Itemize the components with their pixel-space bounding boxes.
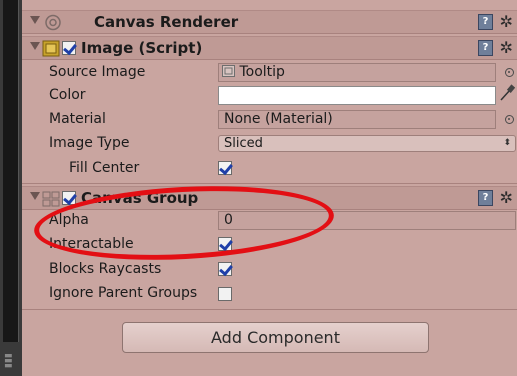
- canvas-group-header[interactable]: Canvas Group ? ✲: [22, 186, 517, 210]
- source-image-label: Source Image: [49, 64, 146, 80]
- image-script-enabled-checkbox[interactable]: [62, 41, 76, 55]
- material-label: Material: [49, 111, 106, 127]
- source-image-field[interactable]: Tooltip: [218, 63, 496, 82]
- object-picker-icon[interactable]: [505, 115, 514, 124]
- alpha-field[interactable]: 0: [218, 211, 516, 230]
- fill-center-label: Fill Center: [69, 160, 140, 176]
- alpha-value: 0: [224, 212, 233, 228]
- color-field[interactable]: [218, 86, 496, 105]
- image-component-icon: [42, 40, 60, 57]
- canvas-renderer-icon: [45, 14, 61, 31]
- image-type-label: Image Type: [49, 135, 130, 151]
- sprite-icon: [222, 65, 235, 77]
- canvas-renderer-title: Canvas Renderer: [94, 13, 239, 31]
- alpha-label: Alpha: [49, 212, 89, 228]
- canvas-group-title: Canvas Group: [81, 189, 199, 207]
- add-component-button[interactable]: Add Component: [122, 322, 429, 353]
- component-divider: [22, 183, 517, 184]
- fill-center-checkbox[interactable]: [218, 161, 232, 175]
- source-image-value: Tooltip: [239, 64, 285, 80]
- inspector-panel: Canvas Renderer ? ✲ Image (Script) ? ✲ S…: [22, 0, 517, 376]
- material-value: None (Material): [224, 111, 333, 127]
- eyedropper-icon[interactable]: [499, 84, 515, 102]
- color-label: Color: [49, 87, 86, 103]
- gear-icon[interactable]: ✲: [500, 38, 513, 57]
- gear-icon[interactable]: ✲: [500, 188, 513, 207]
- fold-arrow-icon[interactable]: [30, 192, 40, 200]
- image-type-value: Sliced: [224, 136, 263, 151]
- image-script-header[interactable]: Image (Script) ? ✲: [22, 36, 517, 60]
- image-script-title: Image (Script): [81, 39, 203, 57]
- panel-grip-icon[interactable]: ▬ ▬ ▬: [4, 352, 18, 371]
- blocks-raycasts-checkbox[interactable]: [218, 262, 232, 276]
- fold-arrow-icon[interactable]: [30, 16, 40, 24]
- help-icon[interactable]: ?: [478, 40, 493, 56]
- gear-icon[interactable]: ✲: [500, 12, 513, 31]
- help-icon[interactable]: ?: [478, 14, 493, 30]
- fold-arrow-icon[interactable]: [30, 42, 40, 50]
- blocks-raycasts-label: Blocks Raycasts: [49, 261, 162, 277]
- dropdown-arrows-icon: ⬍: [503, 138, 511, 148]
- interactable-checkbox[interactable]: [218, 237, 232, 251]
- ignore-parent-groups-checkbox[interactable]: [218, 287, 232, 301]
- interactable-label: Interactable: [49, 236, 134, 252]
- object-picker-icon[interactable]: [505, 68, 514, 77]
- image-type-dropdown[interactable]: Sliced ⬍: [218, 135, 516, 152]
- help-icon[interactable]: ?: [478, 190, 493, 206]
- material-field[interactable]: None (Material): [218, 110, 496, 129]
- left-dock-panel: ▬ ▬ ▬: [0, 0, 22, 376]
- canvas-group-icon: [42, 191, 60, 207]
- ignore-parent-groups-label: Ignore Parent Groups: [49, 285, 198, 301]
- component-divider: [22, 309, 517, 310]
- left-dock-bar: [3, 0, 19, 342]
- canvas-group-enabled-checkbox[interactable]: [62, 191, 76, 205]
- canvas-renderer-header[interactable]: Canvas Renderer ? ✲: [22, 10, 517, 34]
